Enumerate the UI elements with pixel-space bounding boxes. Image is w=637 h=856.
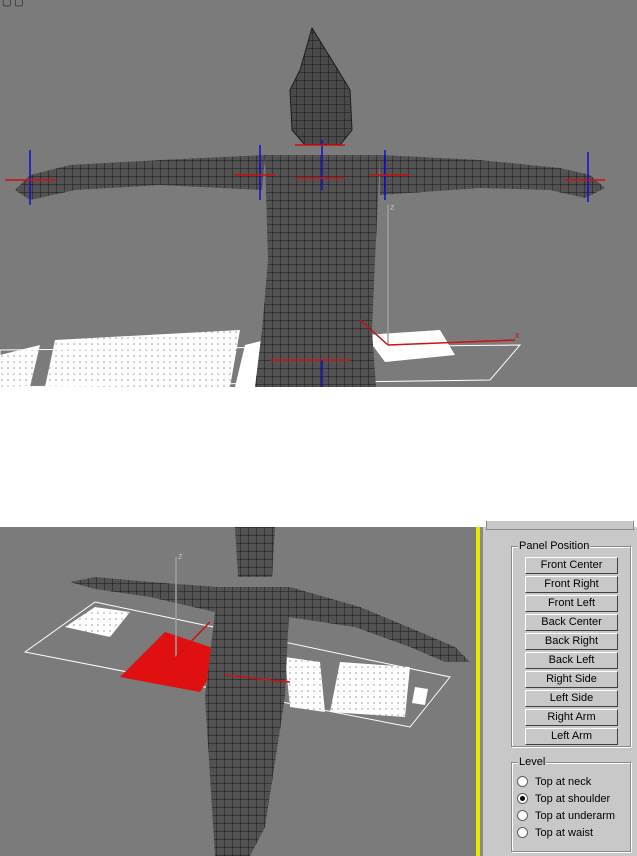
radio-label: Top at waist — [535, 826, 594, 839]
panel-divider — [480, 527, 483, 856]
level-option-shoulder[interactable]: Top at shoulder — [517, 790, 615, 807]
left-arm-button[interactable]: Left Arm — [525, 728, 618, 745]
radio-label: Top at underarm — [535, 809, 616, 822]
axis-z-label: z — [178, 551, 183, 561]
axis-x-label: x — [515, 330, 520, 340]
axis-z-label: z — [390, 202, 395, 212]
panel-position-buttons: Front Center Front Right Front Left Back… — [525, 557, 618, 747]
level-group: Level Top at neck Top at shoulder Top at… — [511, 755, 631, 852]
panel-position-group: Panel Position Front Center Front Right … — [511, 539, 631, 747]
level-option-waist[interactable]: Top at waist — [517, 824, 615, 841]
front-left-button[interactable]: Front Left — [525, 595, 618, 612]
left-side-button[interactable]: Left Side — [525, 690, 618, 707]
panel-position-title: Panel Position — [518, 539, 591, 553]
perspective-viewport-scene: z — [23, 527, 470, 856]
front-center-button[interactable]: Front Center — [525, 557, 618, 574]
radio-button-selected[interactable] — [517, 793, 528, 804]
radio-label: Top at neck — [535, 775, 592, 788]
command-panel: Panel Position Front Center Front Right … — [476, 521, 637, 856]
character-mesh — [70, 527, 470, 856]
level-title: Level — [518, 755, 547, 769]
top-viewport[interactable]: ▢ ▢ x z — [0, 0, 637, 387]
front-right-button[interactable]: Front Right — [525, 576, 618, 593]
back-right-button[interactable]: Back Right — [525, 633, 618, 650]
radio-button[interactable] — [517, 827, 528, 838]
viewport-corner-icons: ▢ ▢ — [2, 0, 24, 8]
back-left-button[interactable]: Back Left — [525, 652, 618, 669]
radio-label: Top at shoulder — [535, 792, 611, 805]
radio-button[interactable] — [517, 776, 528, 787]
right-side-button[interactable]: Right Side — [525, 671, 618, 688]
back-center-button[interactable]: Back Center — [525, 614, 618, 631]
right-arm-button[interactable]: Right Arm — [525, 709, 618, 726]
top-viewport-scene: x z — [0, 26, 605, 387]
rollout-top-edge — [486, 521, 634, 530]
level-option-neck[interactable]: Top at neck — [517, 773, 615, 790]
level-options: Top at neck Top at shoulder Top at under… — [517, 773, 615, 841]
perspective-viewport[interactable]: z — [0, 527, 476, 856]
level-option-underarm[interactable]: Top at underarm — [517, 807, 615, 824]
radio-button[interactable] — [517, 810, 528, 821]
